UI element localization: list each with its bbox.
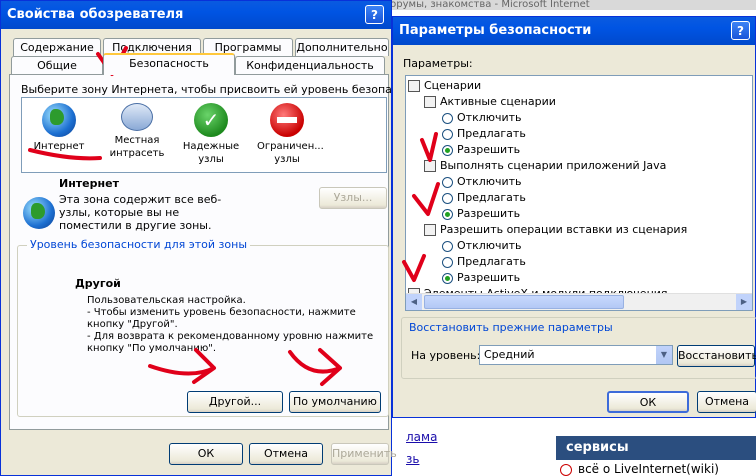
- tab-security[interactable]: Безопасность: [103, 53, 235, 75]
- annotation-underline: [28, 148, 102, 161]
- annotation-arrow: [288, 348, 342, 386]
- annotation-checkmark: [402, 254, 426, 282]
- annotation-arrow: [148, 348, 216, 384]
- annotation-checkmark: [412, 182, 440, 216]
- annotation-checkmark: [420, 132, 438, 162]
